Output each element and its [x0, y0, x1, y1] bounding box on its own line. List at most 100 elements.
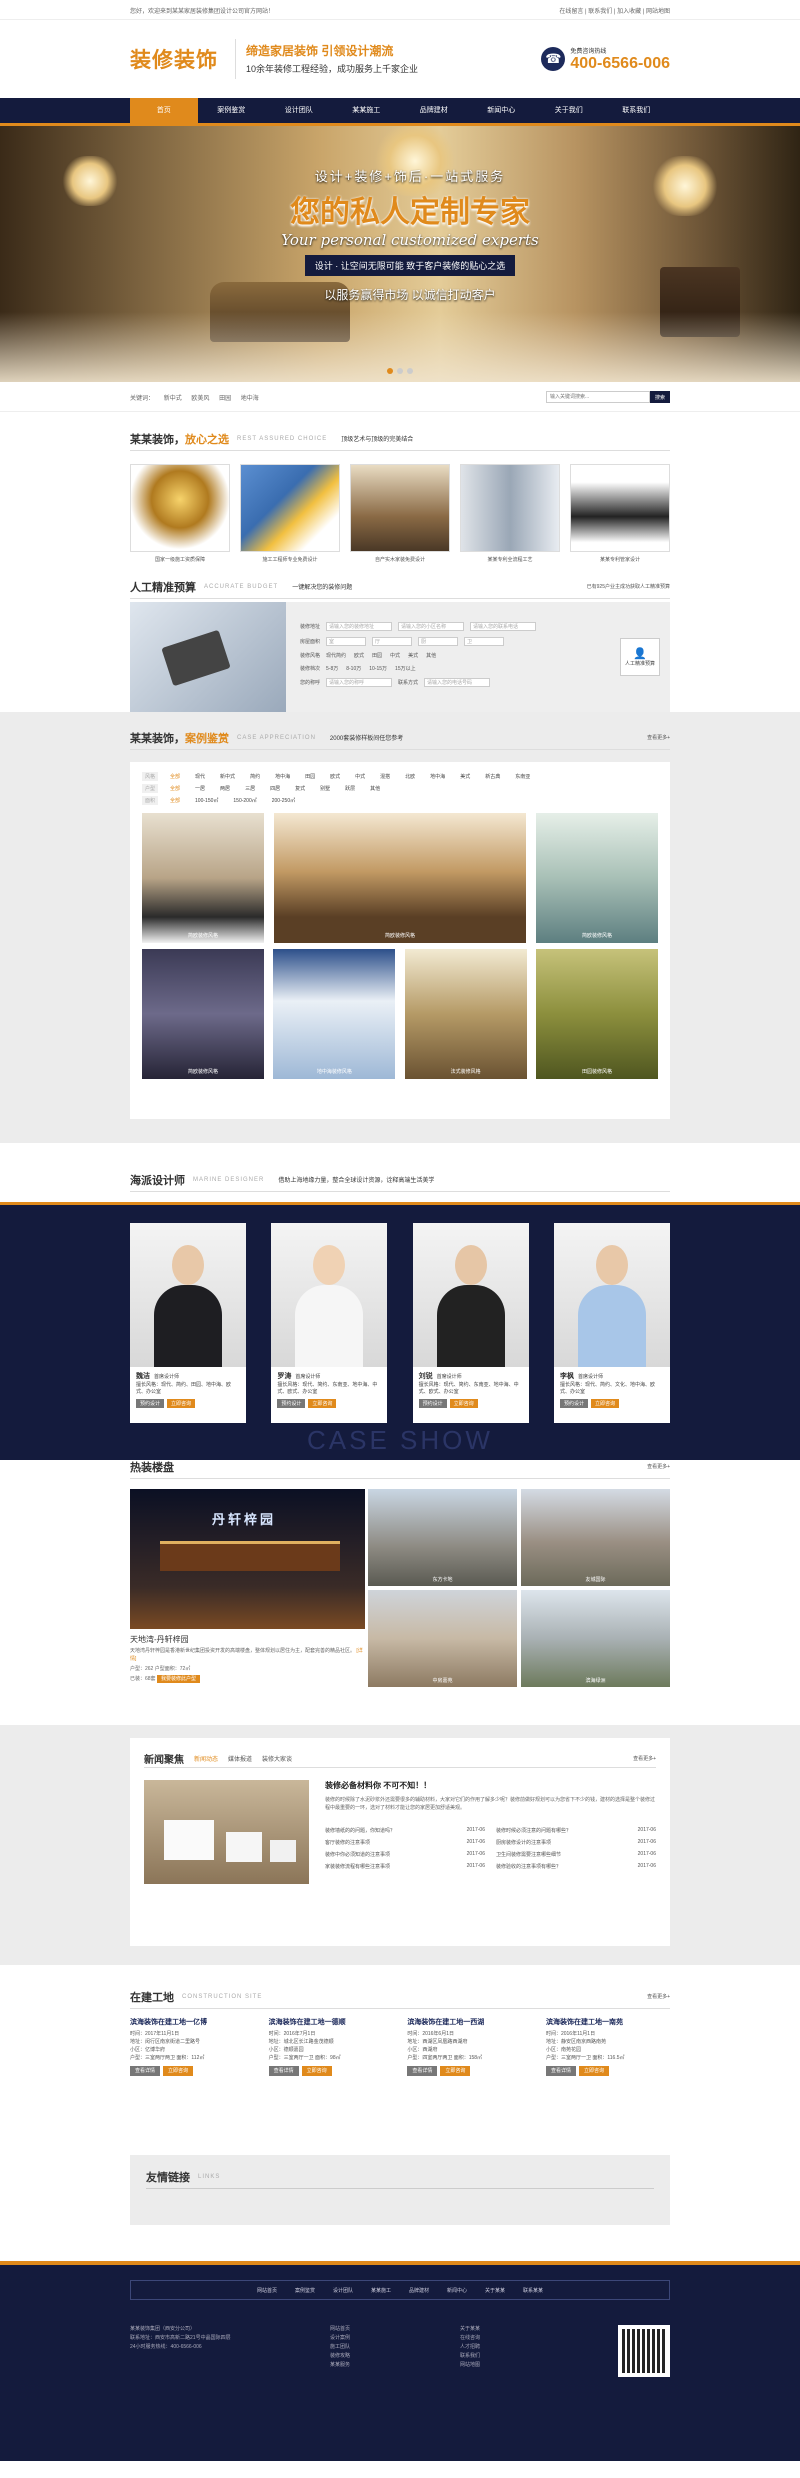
book-design-button[interactable]: 预约设计 — [559, 1399, 588, 1408]
news-item-title[interactable]: 装修验收的注意事项有哪些？ — [496, 1863, 561, 1870]
site-card[interactable]: 滨海装饰在建工地一德顺 时间：2016年7月1日 地址：城北区长江路金茂德顺 小区：德… — [268, 2019, 393, 2076]
address-input[interactable]: 请输入您的装修地址 — [326, 622, 392, 631]
filter-option[interactable]: 地中海 — [427, 772, 448, 781]
consult-button[interactable]: 立即咨询 — [301, 2066, 332, 2076]
case-card[interactable]: 简欧装修风格 — [274, 813, 526, 943]
news-item[interactable]: 卫生间装修需要注意哪些细节 2017-06 — [496, 1851, 656, 1858]
news-item[interactable]: 装修墙纸的的问题，你知道吗？ 2017-06 — [325, 1827, 485, 1834]
footer-link[interactable]: 联系我们 — [460, 2352, 590, 2361]
nav-designers[interactable]: 设计团队 — [265, 98, 333, 123]
news-item[interactable]: 厨房装修设计的注意事项 2017-06 — [496, 1839, 656, 1846]
filter-option[interactable]: 跃层 — [342, 784, 358, 793]
community-input[interactable]: 请输入您的小区名称 — [398, 622, 464, 631]
designer-card[interactable]: 刘锐 首席设计师 擅长风格：现代、简约、东南亚、地中海、中式、欧式、办公室 预约设计立… — [412, 1223, 529, 1423]
choice-item[interactable]: 某某专利管家设计 — [570, 464, 670, 563]
style-radio[interactable]: 其他 — [426, 652, 436, 659]
footer-nav-link[interactable]: 网站首页 — [257, 2287, 277, 2294]
news-item-title[interactable]: 客厅装修的注意事项 — [325, 1839, 370, 1846]
filter-option[interactable]: 150-200㎡ — [230, 796, 259, 805]
footer-link[interactable]: 人才招聘 — [460, 2343, 590, 2352]
case-card[interactable]: 法式装修风格 — [404, 949, 527, 1079]
site-card[interactable]: 滨海装饰在建工地一南苑 时间：2016年11月1日 地址：静安区南京西路南苑 小区：南… — [545, 2019, 670, 2076]
case-card[interactable]: 简欧装修风格 — [536, 813, 658, 943]
case-card[interactable]: 田园装修风格 — [535, 949, 658, 1079]
phone-input[interactable]: 请输入您的联系电话 — [470, 622, 536, 631]
filter-option[interactable]: 两居 — [217, 784, 233, 793]
news-item-title[interactable]: 装修时候必须注意的问题有哪些？ — [496, 1827, 571, 1834]
top-links[interactable]: 在线留言 | 联系我们 | 加入收藏 | 网站地图 — [559, 6, 670, 15]
filter-option[interactable]: 简约 — [247, 772, 263, 781]
choice-item[interactable]: 某某专利全流程工艺 — [460, 464, 560, 563]
footer-link[interactable]: 网站首页 — [330, 2325, 460, 2334]
choice-item[interactable]: 国家一级施工资质保障 — [130, 464, 230, 563]
news-item-title[interactable]: 装修墙纸的的问题，你知道吗？ — [325, 1827, 395, 1834]
slider-dot[interactable] — [387, 368, 393, 374]
room-select[interactable]: 室 — [326, 637, 366, 646]
slider-dot[interactable] — [407, 368, 413, 374]
logo[interactable]: 装修装饰 — [130, 44, 235, 74]
tab-talk[interactable]: 装修大家谈 — [262, 1754, 292, 1763]
footer-nav-link[interactable]: 案例鉴赏 — [295, 2287, 315, 2294]
footer-link[interactable]: 在线咨询 — [460, 2334, 590, 2343]
footer-link[interactable]: 施工团队 — [330, 2343, 460, 2352]
keyword-link[interactable]: 田园 — [219, 396, 231, 402]
case-card[interactable]: 地中海装修风格 — [273, 949, 396, 1079]
filter-option[interactable]: 田园 — [302, 772, 318, 781]
property-card[interactable]: 东方卡地 — [368, 1489, 517, 1586]
filter-option[interactable]: 复式 — [292, 784, 308, 793]
news-item-title[interactable]: 卫生间装修需要注意哪些细节 — [496, 1851, 561, 1858]
choice-item[interactable]: 自产实木家装免费设计 — [350, 464, 450, 563]
bath-select[interactable]: 卫 — [464, 637, 504, 646]
site-title[interactable]: 滨海装饰在建工地一西湖 — [407, 2019, 531, 2027]
keyword-link[interactable]: 新中式 — [164, 396, 182, 402]
tab-media[interactable]: 媒体报道 — [228, 1754, 252, 1763]
nav-about[interactable]: 关于我们 — [535, 98, 603, 123]
filter-option[interactable]: 新中式 — [217, 772, 238, 781]
site-title[interactable]: 滨海装饰在建工地一亿博 — [130, 2019, 254, 2027]
filter-option[interactable]: 地中海 — [272, 772, 293, 781]
grade-radio[interactable]: 10-15万 — [369, 665, 387, 672]
hero-banner[interactable]: 设计+装修+饰后·一站式服务 您的私人定制专家 Your personal cu… — [0, 126, 800, 382]
filter-option[interactable]: 200-250㎡ — [269, 796, 298, 805]
grade-radio[interactable]: 5-8万 — [326, 665, 338, 672]
filter-option[interactable]: 中式 — [352, 772, 368, 781]
style-radio[interactable]: 现代简约 — [326, 652, 346, 659]
consult-button[interactable]: 立即咨询 — [578, 2066, 609, 2076]
more-link[interactable]: 查看更多+ — [647, 1463, 670, 1470]
search-button[interactable]: 搜索 — [650, 391, 670, 403]
footer-nav-link[interactable]: 品牌建材 — [409, 2287, 429, 2294]
featured-property[interactable]: 丹轩梓园 天地湾-丹轩梓园 天地湾丹轩梓园是香港新世纪集团投资开发的高端楼盘，整… — [130, 1489, 365, 1691]
site-card[interactable]: 滨海装饰在建工地一亿博 时间：2017年11月1日 地址：闵行区南京街道二里路号 小区… — [130, 2019, 254, 2076]
filter-option[interactable]: 别墅 — [317, 784, 333, 793]
case-card[interactable]: 简欧装修风格 — [142, 813, 264, 943]
property-card[interactable]: 中房嘉苑 — [368, 1590, 517, 1687]
consult-button[interactable]: 立即咨询 — [440, 2066, 471, 2076]
footer-link[interactable]: 装修攻略 — [330, 2352, 460, 2361]
filter-option[interactable]: 欧式 — [327, 772, 343, 781]
filter-option[interactable]: 一居 — [192, 784, 208, 793]
footer-nav-link[interactable]: 新闻中心 — [447, 2287, 467, 2294]
grade-radio[interactable]: 8-10万 — [346, 665, 361, 672]
footer-nav-link[interactable]: 某某施工 — [371, 2287, 391, 2294]
designer-card[interactable]: 罗涛 首席设计师 擅长风格：现代、简约、东南亚、地中海、中式、欧式、办公室 预约设计立… — [271, 1223, 388, 1423]
consult-button[interactable]: 立即咨询 — [308, 1399, 337, 1408]
more-link[interactable]: 查看更多+ — [633, 1755, 656, 1762]
slider-dot[interactable] — [397, 368, 403, 374]
news-image[interactable] — [144, 1780, 309, 1884]
view-detail-button[interactable]: 查看详情 — [130, 2066, 161, 2076]
kitchen-select[interactable]: 厨 — [418, 637, 458, 646]
news-item[interactable]: 客厅装修的注意事项 2017-06 — [325, 1839, 485, 1846]
footer-nav-link[interactable]: 设计团队 — [333, 2287, 353, 2294]
view-detail-button[interactable]: 查看详情 — [268, 2066, 299, 2076]
style-radio[interactable]: 中式 — [390, 652, 400, 659]
footer-link[interactable]: 网站地图 — [460, 2361, 590, 2370]
consult-button[interactable]: 立即咨询 — [449, 1399, 478, 1408]
budget-submit-button[interactable]: 👤 人工精准预算 — [619, 638, 660, 676]
book-design-button[interactable]: 预约设计 — [418, 1399, 447, 1408]
case-card[interactable]: 简欧装修风格 — [142, 949, 264, 1079]
footer-link[interactable]: 关于某某 — [460, 2325, 590, 2334]
filter-option[interactable]: 混搭 — [377, 772, 393, 781]
site-title[interactable]: 滨海装饰在建工地一南苑 — [546, 2019, 670, 2027]
filter-option[interactable]: 四居 — [267, 784, 283, 793]
tel-input[interactable]: 请输入您的电话号码 — [424, 678, 490, 687]
